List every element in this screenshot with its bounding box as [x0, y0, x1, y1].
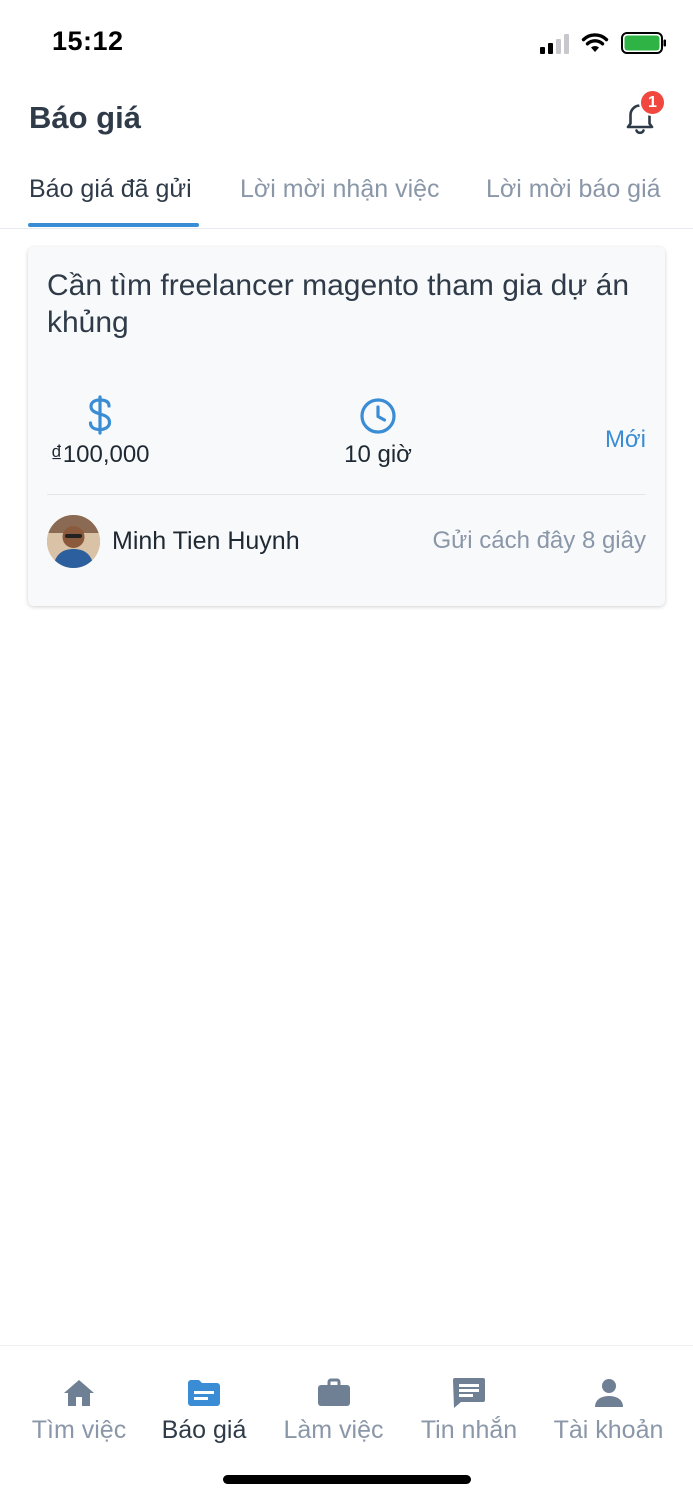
quote-card[interactable]: Cần tìm freelancer magento tham gia dự á… [28, 247, 665, 606]
status-time: 15:12 [52, 26, 124, 56]
avatar[interactable] [47, 515, 100, 568]
nav-account[interactable]: Tài khoản [552, 1376, 665, 1445]
document-icon [187, 1376, 221, 1410]
status-badge: Mới [604, 426, 646, 453]
page-title: Báo giá [29, 100, 141, 135]
cellular-signal-icon [540, 32, 569, 54]
price-block: ₫100,000 [47, 395, 153, 469]
tab-quote-invitations[interactable]: Lời mời báo giá [486, 175, 661, 204]
quote-title: Cần tìm freelancer magento tham gia dự á… [47, 269, 630, 339]
home-indicator[interactable] [223, 1475, 471, 1484]
clock-icon [360, 398, 396, 434]
sent-timestamp: Gửi cách đây 8 giây [432, 527, 646, 554]
app-header: Báo giá [0, 88, 693, 154]
nav-label: Làm việc [283, 1416, 384, 1444]
author-name: Minh Tien Huynh [112, 527, 300, 555]
tab-job-invitations[interactable]: Lời mời nhận việc [240, 175, 440, 204]
dollar-icon [88, 395, 112, 435]
status-bar: 15:12 [0, 0, 693, 88]
tab-bar: Báo giá đã gửi Lời mời nhận việc Lời mời… [0, 160, 693, 229]
battery-icon [621, 32, 666, 54]
duration-block: 10 giờ [328, 395, 428, 469]
person-icon [592, 1376, 626, 1410]
wifi-icon [581, 33, 609, 52]
home-icon [62, 1376, 96, 1410]
nav-messages[interactable]: Tin nhắn [418, 1376, 520, 1445]
tab-sent-quotes[interactable]: Báo giá đã gửi [29, 175, 192, 204]
status-icons [540, 30, 667, 56]
nav-find-jobs[interactable]: Tìm việc [29, 1376, 129, 1445]
duration-value: 10 giờ [344, 441, 412, 468]
nav-quotes[interactable]: Báo giá [160, 1376, 248, 1445]
notification-badge: 1 [639, 89, 666, 116]
briefcase-icon [317, 1376, 351, 1410]
nav-work[interactable]: Làm việc [281, 1376, 386, 1445]
nav-label: Báo giá [161, 1416, 247, 1444]
card-divider [47, 494, 646, 495]
nav-label: Tài khoản [553, 1416, 664, 1444]
nav-label: Tin nhắn [420, 1416, 518, 1444]
chat-icon [452, 1376, 486, 1410]
price-value: ₫100,000 [50, 441, 150, 468]
active-tab-indicator [28, 223, 199, 227]
nav-label: Tìm việc [31, 1416, 127, 1444]
